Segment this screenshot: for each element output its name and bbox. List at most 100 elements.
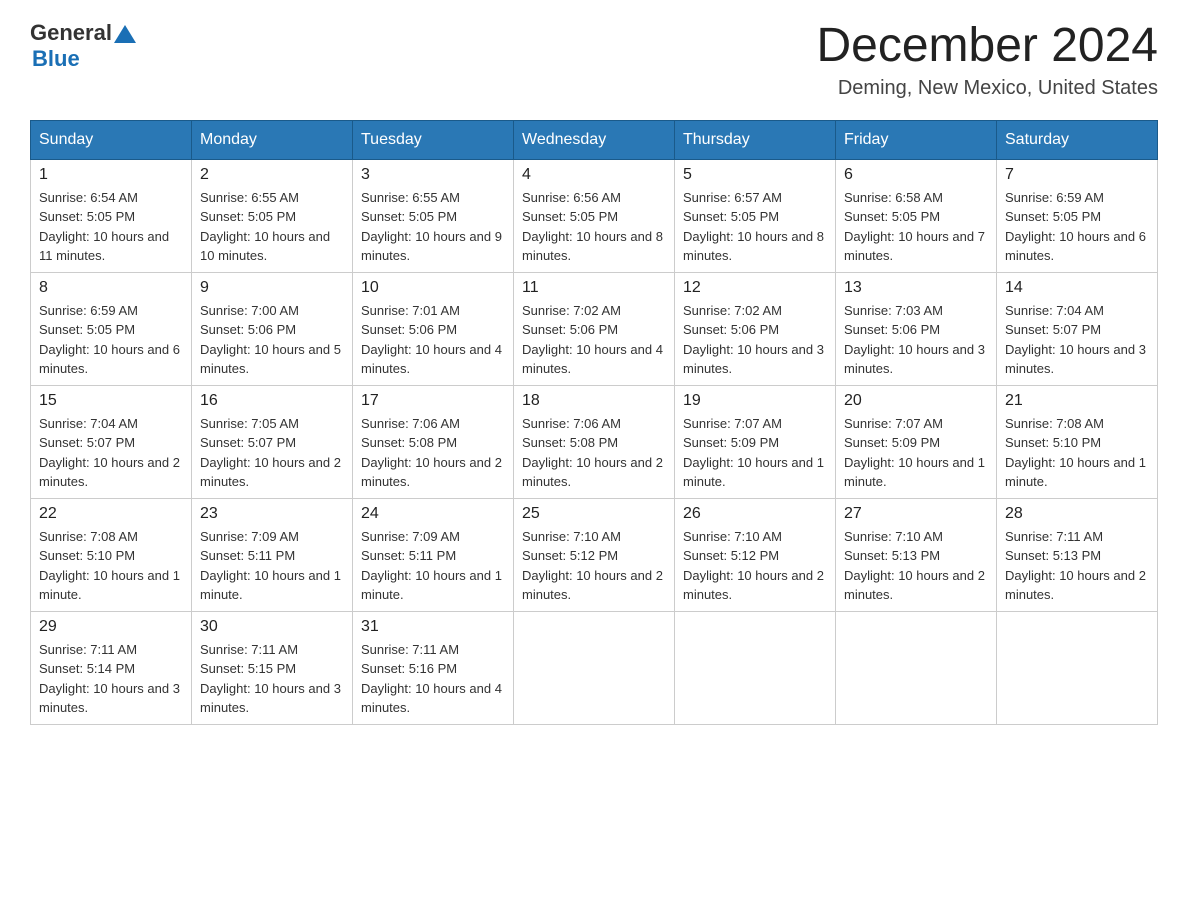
day-number: 31 <box>361 618 505 636</box>
calendar-cell <box>514 611 675 724</box>
day-number: 24 <box>361 505 505 523</box>
calendar-cell: 7 Sunrise: 6:59 AMSunset: 5:05 PMDayligh… <box>997 159 1158 272</box>
calendar-week-row: 22 Sunrise: 7:08 AMSunset: 5:10 PMDaylig… <box>31 498 1158 611</box>
calendar-cell: 4 Sunrise: 6:56 AMSunset: 5:05 PMDayligh… <box>514 159 675 272</box>
calendar-cell: 1 Sunrise: 6:54 AMSunset: 5:05 PMDayligh… <box>31 159 192 272</box>
calendar-header-thursday: Thursday <box>675 120 836 159</box>
day-info: Sunrise: 6:57 AMSunset: 5:05 PMDaylight:… <box>683 188 827 266</box>
calendar-cell: 18 Sunrise: 7:06 AMSunset: 5:08 PMDaylig… <box>514 385 675 498</box>
day-number: 4 <box>522 166 666 184</box>
day-info: Sunrise: 6:55 AMSunset: 5:05 PMDaylight:… <box>361 188 505 266</box>
day-number: 19 <box>683 392 827 410</box>
calendar-cell: 22 Sunrise: 7:08 AMSunset: 5:10 PMDaylig… <box>31 498 192 611</box>
calendar-cell: 31 Sunrise: 7:11 AMSunset: 5:16 PMDaylig… <box>353 611 514 724</box>
day-number: 2 <box>200 166 344 184</box>
day-number: 13 <box>844 279 988 297</box>
day-number: 25 <box>522 505 666 523</box>
logo-general-text: General <box>30 20 112 46</box>
calendar-cell: 16 Sunrise: 7:05 AMSunset: 5:07 PMDaylig… <box>192 385 353 498</box>
day-info: Sunrise: 7:02 AMSunset: 5:06 PMDaylight:… <box>683 301 827 379</box>
day-number: 16 <box>200 392 344 410</box>
calendar-header-monday: Monday <box>192 120 353 159</box>
calendar-week-row: 8 Sunrise: 6:59 AMSunset: 5:05 PMDayligh… <box>31 272 1158 385</box>
calendar-cell: 12 Sunrise: 7:02 AMSunset: 5:06 PMDaylig… <box>675 272 836 385</box>
day-number: 29 <box>39 618 183 636</box>
day-number: 14 <box>1005 279 1149 297</box>
calendar-week-row: 15 Sunrise: 7:04 AMSunset: 5:07 PMDaylig… <box>31 385 1158 498</box>
calendar-week-row: 29 Sunrise: 7:11 AMSunset: 5:14 PMDaylig… <box>31 611 1158 724</box>
day-number: 21 <box>1005 392 1149 410</box>
day-number: 26 <box>683 505 827 523</box>
day-number: 7 <box>1005 166 1149 184</box>
day-info: Sunrise: 6:59 AMSunset: 5:05 PMDaylight:… <box>1005 188 1149 266</box>
day-info: Sunrise: 6:56 AMSunset: 5:05 PMDaylight:… <box>522 188 666 266</box>
calendar-cell: 5 Sunrise: 6:57 AMSunset: 5:05 PMDayligh… <box>675 159 836 272</box>
location-title: Deming, New Mexico, United States <box>816 77 1158 100</box>
day-number: 9 <box>200 279 344 297</box>
day-number: 3 <box>361 166 505 184</box>
calendar-header-friday: Friday <box>836 120 997 159</box>
day-info: Sunrise: 7:05 AMSunset: 5:07 PMDaylight:… <box>200 414 344 492</box>
day-info: Sunrise: 7:11 AMSunset: 5:16 PMDaylight:… <box>361 640 505 718</box>
day-info: Sunrise: 7:04 AMSunset: 5:07 PMDaylight:… <box>39 414 183 492</box>
calendar-cell: 24 Sunrise: 7:09 AMSunset: 5:11 PMDaylig… <box>353 498 514 611</box>
calendar-cell: 26 Sunrise: 7:10 AMSunset: 5:12 PMDaylig… <box>675 498 836 611</box>
calendar-cell: 20 Sunrise: 7:07 AMSunset: 5:09 PMDaylig… <box>836 385 997 498</box>
calendar-cell: 8 Sunrise: 6:59 AMSunset: 5:05 PMDayligh… <box>31 272 192 385</box>
calendar-cell: 3 Sunrise: 6:55 AMSunset: 5:05 PMDayligh… <box>353 159 514 272</box>
day-number: 10 <box>361 279 505 297</box>
calendar-header-wednesday: Wednesday <box>514 120 675 159</box>
calendar-cell <box>675 611 836 724</box>
month-title: December 2024 <box>816 20 1158 73</box>
day-info: Sunrise: 7:06 AMSunset: 5:08 PMDaylight:… <box>522 414 666 492</box>
title-section: December 2024 Deming, New Mexico, United… <box>816 20 1158 100</box>
calendar-cell: 10 Sunrise: 7:01 AMSunset: 5:06 PMDaylig… <box>353 272 514 385</box>
day-number: 28 <box>1005 505 1149 523</box>
calendar-cell: 11 Sunrise: 7:02 AMSunset: 5:06 PMDaylig… <box>514 272 675 385</box>
calendar-cell: 25 Sunrise: 7:10 AMSunset: 5:12 PMDaylig… <box>514 498 675 611</box>
day-number: 27 <box>844 505 988 523</box>
calendar-cell: 2 Sunrise: 6:55 AMSunset: 5:05 PMDayligh… <box>192 159 353 272</box>
day-info: Sunrise: 7:10 AMSunset: 5:12 PMDaylight:… <box>522 527 666 605</box>
day-info: Sunrise: 6:59 AMSunset: 5:05 PMDaylight:… <box>39 301 183 379</box>
calendar-header-sunday: Sunday <box>31 120 192 159</box>
day-info: Sunrise: 7:10 AMSunset: 5:13 PMDaylight:… <box>844 527 988 605</box>
day-number: 5 <box>683 166 827 184</box>
calendar-cell: 21 Sunrise: 7:08 AMSunset: 5:10 PMDaylig… <box>997 385 1158 498</box>
day-info: Sunrise: 6:55 AMSunset: 5:05 PMDaylight:… <box>200 188 344 266</box>
day-number: 11 <box>522 279 666 297</box>
calendar-cell: 23 Sunrise: 7:09 AMSunset: 5:11 PMDaylig… <box>192 498 353 611</box>
calendar-cell <box>997 611 1158 724</box>
calendar-cell: 27 Sunrise: 7:10 AMSunset: 5:13 PMDaylig… <box>836 498 997 611</box>
page-header: General Blue December 2024 Deming, New M… <box>30 20 1158 100</box>
day-info: Sunrise: 7:07 AMSunset: 5:09 PMDaylight:… <box>844 414 988 492</box>
calendar-cell: 15 Sunrise: 7:04 AMSunset: 5:07 PMDaylig… <box>31 385 192 498</box>
day-info: Sunrise: 6:58 AMSunset: 5:05 PMDaylight:… <box>844 188 988 266</box>
calendar-cell <box>836 611 997 724</box>
calendar-week-row: 1 Sunrise: 6:54 AMSunset: 5:05 PMDayligh… <box>31 159 1158 272</box>
calendar-cell: 14 Sunrise: 7:04 AMSunset: 5:07 PMDaylig… <box>997 272 1158 385</box>
day-number: 15 <box>39 392 183 410</box>
day-info: Sunrise: 6:54 AMSunset: 5:05 PMDaylight:… <box>39 188 183 266</box>
day-info: Sunrise: 7:06 AMSunset: 5:08 PMDaylight:… <box>361 414 505 492</box>
day-info: Sunrise: 7:03 AMSunset: 5:06 PMDaylight:… <box>844 301 988 379</box>
calendar-header-row: SundayMondayTuesdayWednesdayThursdayFrid… <box>31 120 1158 159</box>
day-number: 8 <box>39 279 183 297</box>
logo-triangle-icon <box>114 23 136 45</box>
day-info: Sunrise: 7:09 AMSunset: 5:11 PMDaylight:… <box>361 527 505 605</box>
day-info: Sunrise: 7:11 AMSunset: 5:15 PMDaylight:… <box>200 640 344 718</box>
day-number: 30 <box>200 618 344 636</box>
day-info: Sunrise: 7:08 AMSunset: 5:10 PMDaylight:… <box>39 527 183 605</box>
day-info: Sunrise: 7:02 AMSunset: 5:06 PMDaylight:… <box>522 301 666 379</box>
day-info: Sunrise: 7:01 AMSunset: 5:06 PMDaylight:… <box>361 301 505 379</box>
day-info: Sunrise: 7:07 AMSunset: 5:09 PMDaylight:… <box>683 414 827 492</box>
day-info: Sunrise: 7:00 AMSunset: 5:06 PMDaylight:… <box>200 301 344 379</box>
calendar-header-tuesday: Tuesday <box>353 120 514 159</box>
calendar-header-saturday: Saturday <box>997 120 1158 159</box>
day-number: 18 <box>522 392 666 410</box>
calendar-cell: 6 Sunrise: 6:58 AMSunset: 5:05 PMDayligh… <box>836 159 997 272</box>
calendar-cell: 19 Sunrise: 7:07 AMSunset: 5:09 PMDaylig… <box>675 385 836 498</box>
day-info: Sunrise: 7:11 AMSunset: 5:14 PMDaylight:… <box>39 640 183 718</box>
day-number: 17 <box>361 392 505 410</box>
day-info: Sunrise: 7:11 AMSunset: 5:13 PMDaylight:… <box>1005 527 1149 605</box>
